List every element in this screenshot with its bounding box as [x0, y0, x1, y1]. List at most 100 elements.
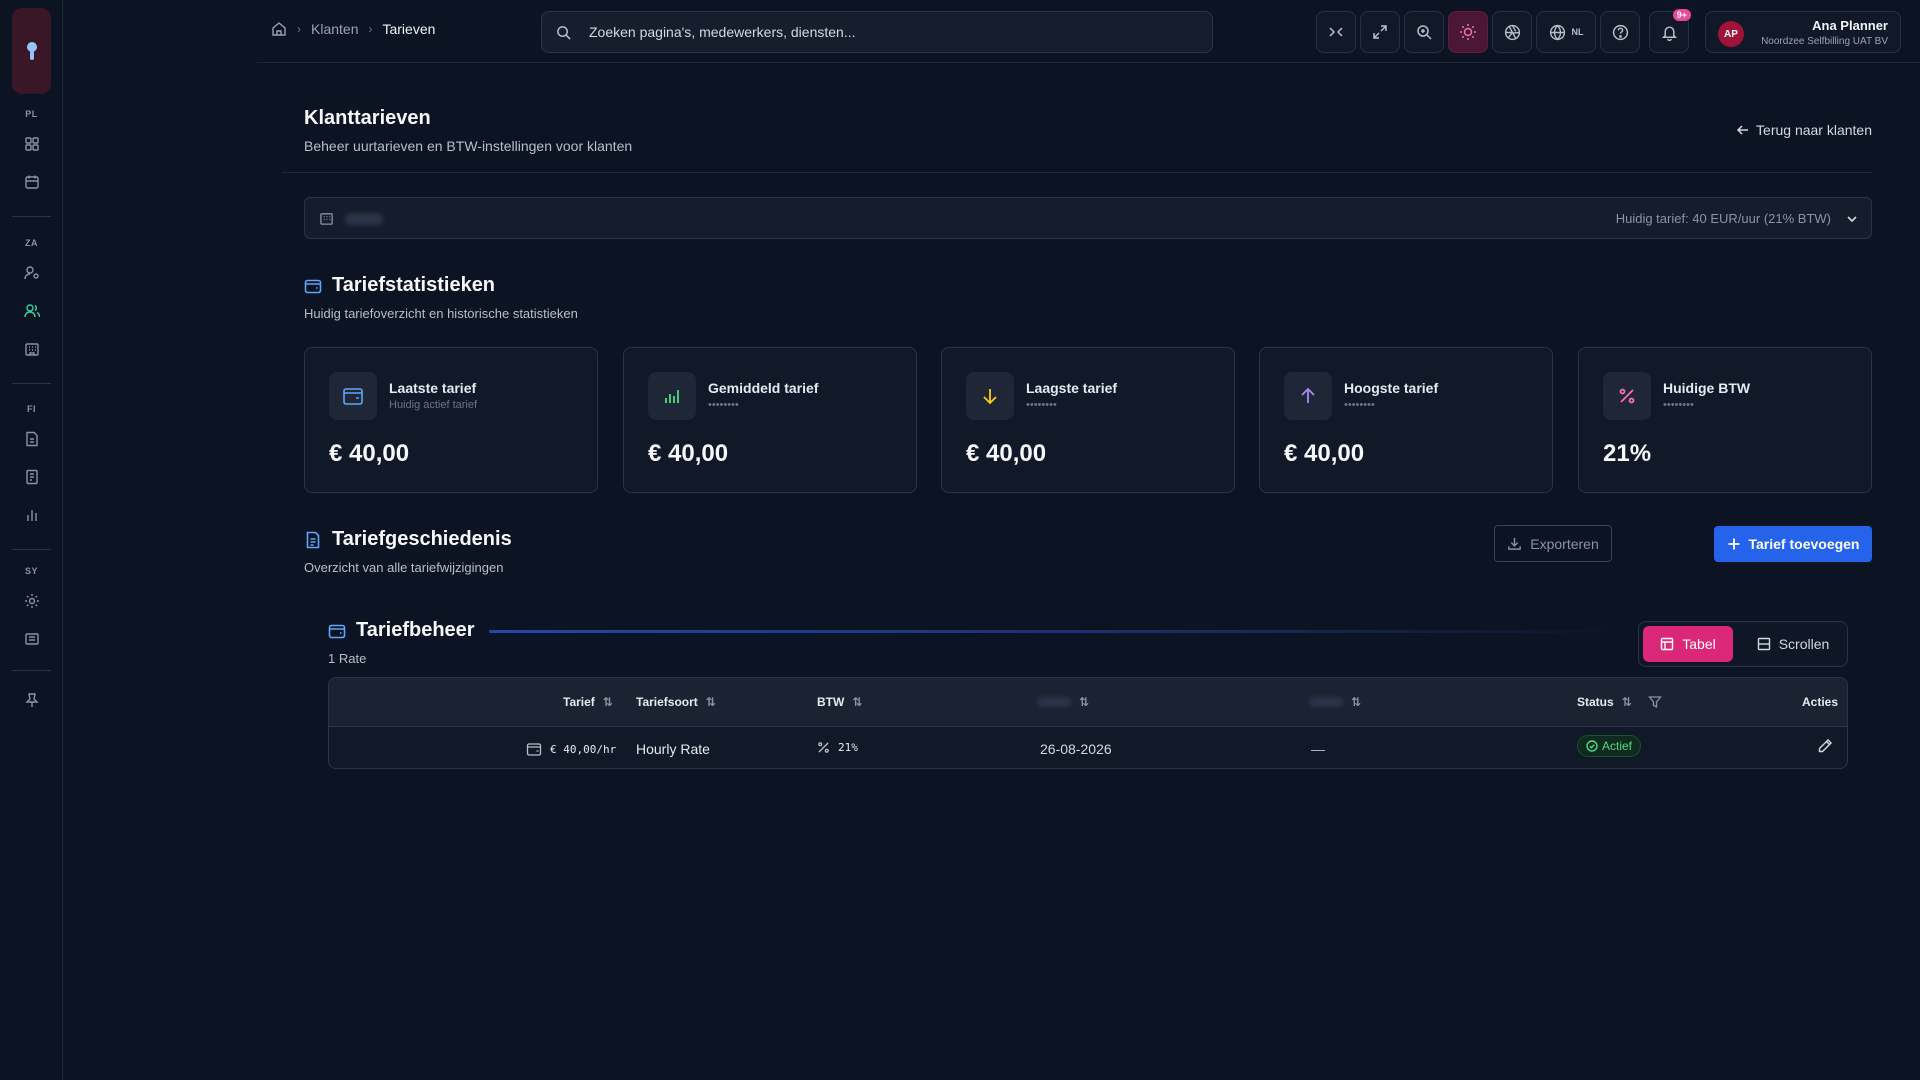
page-title: Klanttarieven [304, 107, 431, 129]
column-header-btw[interactable]: BTW ⇅ [817, 695, 862, 709]
cell-start-date: 26-08-2026 [1040, 741, 1112, 757]
cell-tariefsoort: Hourly Rate [636, 741, 710, 757]
percent-icon [818, 742, 829, 753]
zoom-button[interactable] [1404, 11, 1444, 53]
column-header-tariefsoort[interactable]: Tariefsoort ⇅ [636, 695, 716, 709]
back-to-clients-link[interactable]: Terug naar klanten [1736, 122, 1872, 138]
globe-icon [1549, 24, 1565, 40]
theme-toggle-button[interactable] [1448, 11, 1488, 53]
top-bar: › Klanten › Tarieven NL 9+ AP Ana Planne… [257, 0, 1920, 63]
stat-sublabel: •••••••• [1663, 399, 1694, 411]
wallet-icon [328, 624, 346, 638]
export-button[interactable]: Exporteren [1494, 525, 1612, 562]
edit-button[interactable] [1817, 738, 1833, 754]
filter-icon[interactable] [1647, 695, 1662, 709]
column-header-tarief[interactable]: Tarief ⇅ [563, 695, 613, 709]
user-name: Ana Planner [1812, 18, 1888, 33]
building-icon [319, 211, 334, 226]
log-icon[interactable] [20, 627, 44, 651]
column-header-acties: Acties [1802, 695, 1839, 709]
gear-icon[interactable] [20, 589, 44, 613]
sort-icon[interactable]: ⇅ [706, 695, 716, 709]
stat-label: Huidige BTW [1663, 380, 1751, 396]
history-subtitle: Overzicht van alle tariefwijzigingen [304, 560, 504, 575]
arrow-left-icon [1736, 125, 1749, 135]
view-scroll-button[interactable]: Scrollen [1743, 626, 1843, 662]
sort-icon[interactable]: ⇅ [1622, 695, 1632, 709]
rail-section-label: FI [27, 404, 36, 414]
column-header-start-date[interactable]: ⇅ [1037, 695, 1089, 709]
aperture-button[interactable] [1492, 11, 1532, 53]
redacted-header [1309, 697, 1343, 707]
sort-icon[interactable]: ⇅ [1351, 695, 1361, 709]
bar-chart-icon [648, 372, 696, 420]
building-icon[interactable] [20, 337, 44, 361]
arrow-down-icon [966, 372, 1014, 420]
stat-value: 21% [1603, 440, 1652, 467]
sort-icon[interactable]: ⇅ [1079, 695, 1089, 709]
status-badge: Actief [1577, 735, 1642, 757]
user-settings-icon[interactable] [20, 261, 44, 285]
redacted-header [1037, 697, 1071, 707]
wallet-icon [526, 743, 542, 756]
stat-label: Laagste tarief [1026, 380, 1118, 396]
sun-icon [1460, 24, 1476, 40]
user-menu[interactable]: AP Ana Planner Noordzee Selfbilling UAT … [1705, 11, 1901, 53]
add-tariff-button[interactable]: Tarief toevoegen [1714, 526, 1872, 562]
wallet-icon [329, 372, 377, 420]
cell-tarief: € 40,00/hr [526, 741, 616, 757]
chevron-down-icon [1845, 212, 1859, 226]
history-title: Tariefgeschiedenis [304, 528, 512, 551]
avatar: AP [1718, 21, 1744, 47]
stat-value: € 40,00 [1284, 440, 1365, 467]
search-input[interactable] [589, 24, 1189, 40]
stat-value: € 40,00 [648, 440, 729, 467]
dashboard-icon[interactable] [20, 132, 44, 156]
sort-icon[interactable]: ⇅ [852, 695, 862, 709]
column-header-status[interactable]: Status ⇅ [1577, 695, 1662, 709]
app-logo[interactable] [12, 8, 51, 94]
scroll-icon [1757, 637, 1770, 651]
help-button[interactable] [1600, 11, 1640, 53]
percent-icon [1603, 372, 1651, 420]
notification-badge: 9+ [1672, 9, 1691, 21]
client-select[interactable]: Huidig tarief: 40 EUR/uur (21% BTW) [304, 197, 1872, 239]
clients-icon[interactable] [20, 299, 44, 323]
search-bar[interactable] [541, 11, 1213, 53]
divider [282, 172, 1872, 173]
column-header-end-date[interactable]: ⇅ [1309, 695, 1361, 709]
chevron-right-icon: › [297, 22, 301, 36]
zoom-in-icon [1417, 25, 1432, 40]
stat-sublabel: •••••••• [708, 399, 739, 411]
stats-subtitle: Huidig tariefoverzicht en historische st… [304, 306, 578, 321]
receipt-icon[interactable] [20, 465, 44, 489]
stat-card-average: Gemiddeld tarief •••••••• € 40,00 [623, 347, 917, 493]
sort-icon[interactable]: ⇅ [603, 695, 613, 709]
home-icon[interactable] [271, 21, 287, 37]
calendar-icon[interactable] [20, 170, 44, 194]
page-subtitle: Beheer uurtarieven en BTW-instellingen v… [304, 138, 633, 154]
fullscreen-button[interactable] [1360, 11, 1400, 53]
notifications-button[interactable]: 9+ [1649, 9, 1691, 53]
invoice-icon[interactable] [20, 427, 44, 451]
cell-btw: 21% [817, 741, 858, 754]
pin-icon[interactable] [20, 688, 44, 712]
bell-icon [1661, 25, 1677, 41]
view-table-button[interactable]: Tabel [1643, 626, 1733, 662]
stat-sublabel: •••••••• [1344, 399, 1375, 411]
report-icon[interactable] [20, 503, 44, 527]
language-button[interactable]: NL [1536, 11, 1596, 53]
stat-sublabel: Huidig actief tarief [389, 399, 478, 411]
plus-icon [1728, 538, 1739, 550]
rail-section-label: ZA [25, 238, 38, 248]
breadcrumb: › Klanten › Tarieven [271, 21, 435, 37]
check-circle-icon [1586, 740, 1598, 752]
collapse-button[interactable] [1316, 11, 1356, 53]
cell-status: Actief [1577, 735, 1642, 757]
management-title: Tariefbeheer [328, 619, 475, 642]
expand-icon [1373, 25, 1387, 39]
rates-table: Tarief ⇅ Tariefsoort ⇅ BTW ⇅ ⇅ ⇅ Status … [328, 677, 1848, 769]
side-rail: PL ZA FI SY [0, 0, 63, 1080]
breadcrumb-clients[interactable]: Klanten [311, 21, 358, 37]
chevron-right-icon: › [368, 22, 373, 36]
